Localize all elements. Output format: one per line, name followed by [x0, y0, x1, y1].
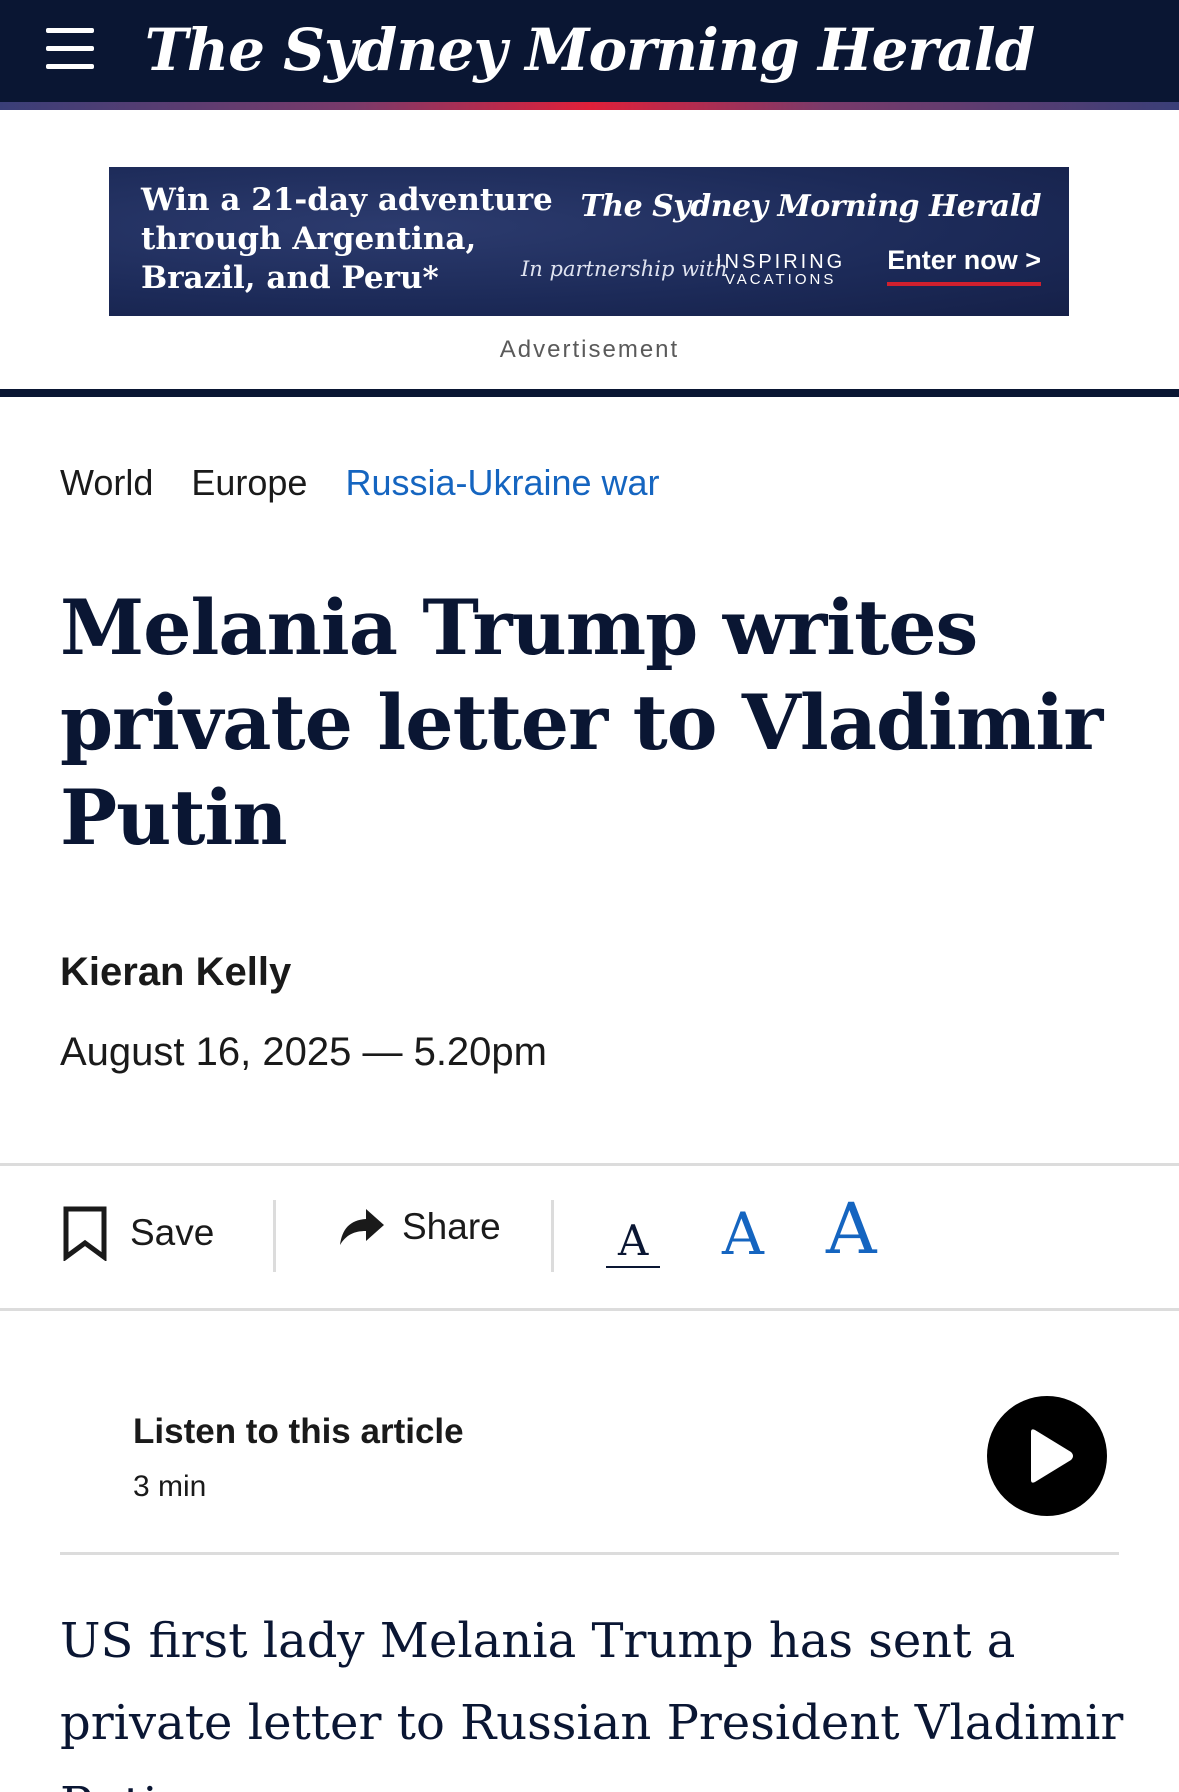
ad-partner-brand-name: INSPIRING	[716, 251, 846, 273]
listen-duration: 3 min	[133, 1470, 207, 1503]
save-label: Save	[130, 1212, 215, 1253]
article-lead-paragraph: US first lady Melania Trump has sent a p…	[60, 1613, 1124, 1792]
toolbar-divider	[551, 1200, 554, 1272]
share-label: Share	[402, 1206, 501, 1247]
advertisement-label: Advertisement	[499, 336, 680, 363]
ad-partner-brand-sub: VACATIONS	[724, 271, 837, 288]
section-divider	[0, 389, 1179, 397]
breadcrumb-world[interactable]: World	[60, 462, 153, 504]
share-arrow-icon	[340, 1209, 384, 1245]
listen-divider	[60, 1552, 1119, 1555]
ad-logo: The Sydney Morning Herald	[580, 189, 1041, 224]
toolbar-divider	[273, 1200, 276, 1272]
ad-banner[interactable]: Win a 21-day adventure through Argentina…	[109, 167, 1069, 316]
listen-title: Listen to this article	[133, 1412, 464, 1451]
save-button[interactable]: Save	[62, 1205, 214, 1261]
font-size-small-button[interactable]: A	[606, 1218, 661, 1268]
font-size-large-button[interactable]: A	[826, 1188, 877, 1270]
bookmark-icon	[63, 1206, 107, 1261]
font-size-medium-button[interactable]: A	[722, 1200, 764, 1268]
site-header: The Sydney Morning Herald	[0, 0, 1179, 110]
publish-date: August 16, 2025 — 5.20pm	[60, 1030, 547, 1074]
header-accent-stripe	[0, 102, 1179, 110]
ad-headline: Win a 21-day adventure through Argentina…	[141, 182, 553, 296]
share-button[interactable]: Share	[338, 1205, 501, 1249]
article-headline: Melania Trump writes private letter to V…	[60, 583, 1103, 862]
toolbar-bottom-rule	[0, 1308, 1179, 1311]
play-audio-button[interactable]	[987, 1396, 1107, 1516]
ad-partner-text: In partnership with	[521, 257, 728, 281]
masthead-logo[interactable]: The Sydney Morning Herald	[0, 10, 1179, 90]
breadcrumb-russia-ukraine-war[interactable]: Russia-Ukraine war	[345, 462, 659, 504]
toolbar-top-rule	[0, 1163, 1179, 1166]
breadcrumb: World Europe Russia-Ukraine war	[60, 462, 660, 504]
breadcrumb-europe[interactable]: Europe	[191, 462, 307, 504]
play-icon	[1031, 1429, 1073, 1483]
author-name[interactable]: Kieran Kelly	[60, 950, 291, 995]
ad-enter-now-link[interactable]: Enter now >	[887, 245, 1041, 286]
ad-partner-brand: INSPIRING VACATIONS	[716, 251, 846, 289]
